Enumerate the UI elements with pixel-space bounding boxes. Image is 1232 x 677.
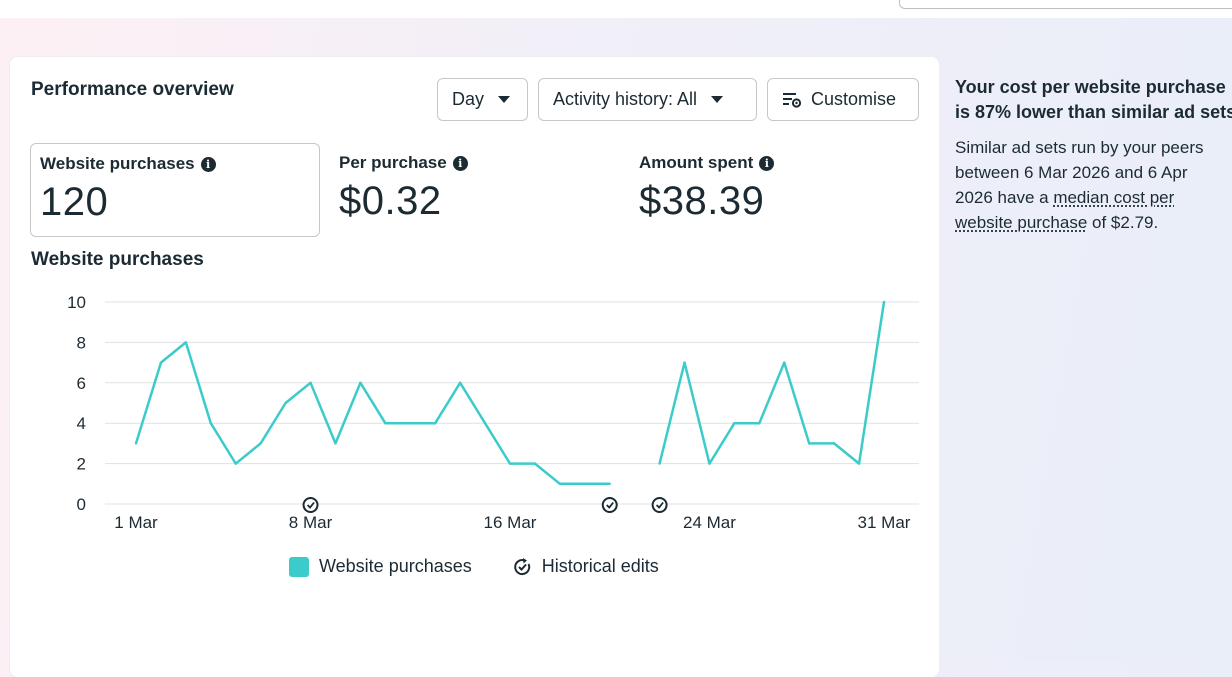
data-point [209, 422, 212, 425]
insight-headline-line1: Your cost per website purchase [955, 77, 1226, 97]
data-point [708, 462, 711, 465]
y-tick-label: 6 [77, 374, 86, 393]
y-tick-label: 8 [77, 333, 86, 352]
x-tick-label: 1 Mar [114, 513, 158, 532]
data-point [758, 422, 761, 425]
data-point [857, 462, 861, 465]
data-point [808, 442, 811, 445]
data-point [159, 361, 163, 364]
series-line [134, 341, 610, 486]
insight-panel: Your cost per website purchase is 87% lo… [955, 75, 1232, 235]
x-tick-label: 24 Mar [683, 513, 736, 532]
data-point [882, 300, 886, 304]
historical-edit-marker [651, 497, 668, 513]
insight-headline-line2: is 87% lower than similar ad sets [955, 102, 1232, 122]
data-point [533, 462, 537, 465]
data-point [683, 361, 686, 364]
insight-headline: Your cost per website purchase is 87% lo… [955, 75, 1232, 125]
data-point [583, 482, 586, 485]
y-tick-label: 0 [77, 495, 86, 514]
website-purchases-chart: 0 2 4 6 8 10 1 Mar 8 Mar 16 Mar 24 Mar 31 Mar [67, 293, 919, 532]
data-point [234, 462, 237, 465]
data-point [608, 482, 611, 485]
x-tick-label: 31 Mar [858, 513, 911, 532]
y-tick-label: 10 [67, 293, 86, 312]
data-point [409, 422, 412, 425]
data-point [483, 422, 487, 425]
data-point [184, 341, 188, 344]
legend-swatch [289, 556, 309, 577]
insight-body: Similar ad sets run by your peers betwee… [955, 135, 1225, 235]
data-point [558, 482, 562, 485]
data-point [384, 422, 387, 425]
data-point [458, 381, 462, 384]
data-point [134, 442, 138, 445]
y-tick-label: 4 [77, 414, 86, 433]
data-point [733, 422, 736, 425]
data-point [309, 381, 312, 384]
chart-legend: Website purchases Historical edits [289, 556, 659, 577]
performance-overview-card: Performance overview Day Activity histor… [10, 57, 939, 677]
data-point [508, 462, 512, 465]
historical-edit-marker [302, 497, 319, 513]
insight-body-text-end: of $2.79. [1087, 213, 1159, 232]
legend-edits-label[interactable]: Historical edits [542, 556, 659, 577]
legend-series-label[interactable]: Website purchases [319, 556, 472, 577]
x-tick-label: 8 Mar [289, 513, 333, 532]
data-point [783, 361, 786, 364]
data-point [359, 381, 362, 384]
data-point [284, 401, 287, 405]
data-point [434, 422, 437, 425]
data-point [832, 442, 836, 445]
search-input[interactable] [899, 0, 1232, 9]
y-tick-label: 2 [77, 455, 86, 474]
historical-edit-icon [512, 557, 532, 577]
historical-edit-marker [601, 497, 618, 513]
x-tick-label: 16 Mar [484, 513, 537, 532]
data-point [334, 442, 337, 445]
data-point [658, 462, 661, 465]
data-point [259, 442, 262, 445]
